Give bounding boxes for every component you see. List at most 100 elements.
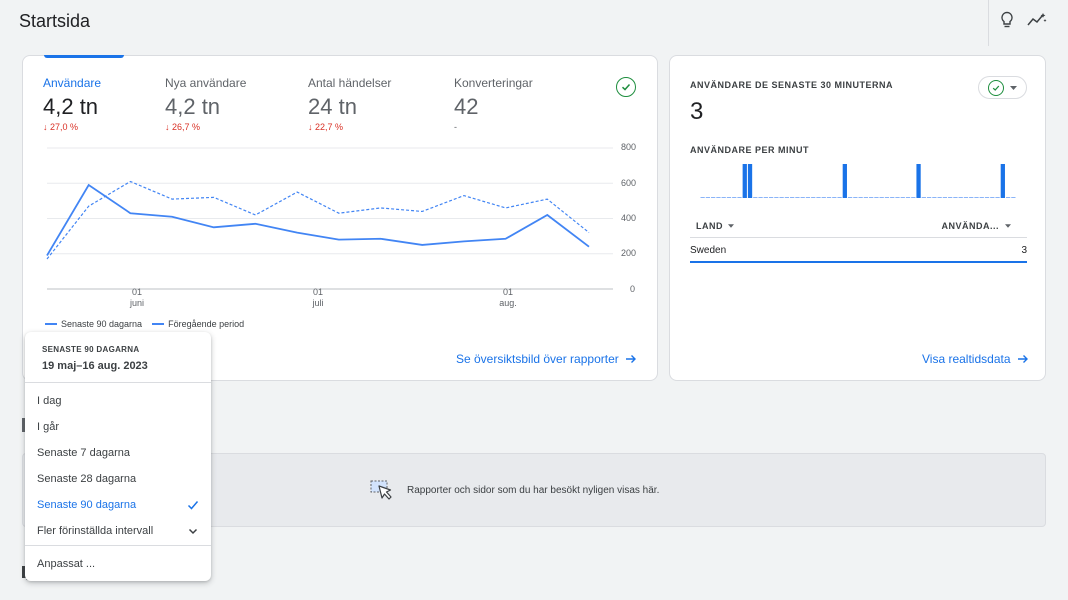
y-tick-label: 200 [621,248,637,258]
minute-bar[interactable] [837,197,842,198]
check-circle-icon[interactable] [616,77,636,97]
minute-bar[interactable] [832,197,837,198]
minute-bar[interactable] [879,197,884,198]
minute-bar[interactable] [942,197,948,198]
minute-bar[interactable] [869,197,874,198]
x-tick-label: 01 aug. [499,287,517,308]
minute-bar[interactable] [742,164,747,198]
minute-bar[interactable] [916,164,921,198]
minute-bar[interactable] [726,197,732,198]
minute-bar[interactable] [847,197,853,198]
minute-bar[interactable] [900,197,905,198]
metric-events[interactable]: Antal händelser 24 tn ↓ 22,7 % [308,76,391,132]
minute-bar[interactable] [753,197,758,198]
minute-bar[interactable] [700,197,705,198]
minute-bar[interactable] [932,197,937,198]
realtime-title: ANVÄNDARE DE SENASTE 30 MINUTERNA [690,80,894,90]
minute-bar[interactable] [711,197,716,198]
menu-item-today[interactable]: I dag [25,388,211,414]
minute-bar[interactable] [716,197,721,198]
minute-bar[interactable] [995,197,1000,198]
minute-bar[interactable] [858,197,863,198]
minute-bar[interactable] [984,197,990,198]
metric-label: Antal händelser [308,76,392,90]
minute-bar[interactable] [853,197,858,198]
realtime-status-dropdown[interactable] [978,76,1027,99]
metric-value: 42 [454,94,479,119]
minute-bar[interactable] [1000,164,1005,198]
minute-bar[interactable] [768,197,774,198]
minute-bar[interactable] [979,197,984,198]
date-range-menu: SENASTE 90 DAGARNA 19 maj–16 aug. 2023 I… [25,332,211,581]
metric-conversions[interactable]: Konverteringar 42 - [454,76,533,132]
minute-bar[interactable] [905,197,911,198]
menu-item-custom[interactable]: Anpassat ... [25,551,211,577]
column-header-country[interactable]: LAND [696,221,734,231]
minute-bar[interactable] [826,197,832,198]
minute-bar[interactable] [911,197,916,198]
minute-bar[interactable] [800,197,805,198]
minute-bar[interactable] [705,197,711,198]
minute-bar[interactable] [990,197,995,198]
minute-bar[interactable] [1005,197,1011,198]
arrow-right-icon [625,355,636,363]
minute-bar[interactable] [795,197,800,198]
metric-users[interactable]: Användare 4,2 tn ↓ 27,0 % [43,76,101,132]
minute-bar[interactable] [784,197,790,198]
minute-bar[interactable] [895,197,900,198]
minute-bar[interactable] [863,197,869,198]
minute-bar[interactable] [937,197,942,198]
checkmark-icon [187,501,199,510]
metric-label: Nya användare [165,76,247,90]
metric-new-users[interactable]: Nya användare 4,2 tn ↓ 26,7 % [165,76,246,132]
per-minute-title: ANVÄNDARE PER MINUT [690,145,810,155]
minute-bar[interactable] [890,197,895,198]
minute-bar[interactable] [974,197,979,198]
minute-bar[interactable] [805,197,811,198]
minute-bar[interactable] [884,197,890,198]
series-line-previous [46,180,590,260]
per-minute-bar-chart [700,164,1016,198]
arrow-down-icon: ↓ [43,122,51,132]
minute-bar[interactable] [763,197,768,198]
view-realtime-link[interactable]: Visa realtidsdata [922,352,1029,366]
minute-bar[interactable] [821,197,826,198]
minute-bar[interactable] [926,197,932,198]
x-tick-label: 01 juli [312,287,324,308]
lightbulb-icon[interactable] [996,9,1018,31]
insights-icon[interactable] [1026,9,1048,31]
minute-bar[interactable] [747,164,753,198]
minute-bar[interactable] [758,197,763,198]
minute-bar[interactable] [1011,197,1016,198]
view-reports-overview-link[interactable]: Se översiktsbild över rapporter [456,352,637,366]
minute-bar[interactable] [963,197,969,198]
menu-item-yesterday[interactable]: I går [25,414,211,440]
metric-change: ↓ 27,0 % [43,122,79,132]
minute-bar[interactable] [958,197,963,198]
menu-item-last-90-days[interactable]: Senaste 90 dagarna [25,492,211,518]
minute-bar[interactable] [874,197,879,198]
y-tick-label: 600 [621,178,637,188]
menu-item-last-7-days[interactable]: Senaste 7 dagarna [25,440,211,466]
menu-item-more-presets[interactable]: Fler förinställda intervall [25,518,211,544]
country-cell: Sweden [690,245,727,256]
minute-bar[interactable] [948,197,953,198]
menu-item-last-28-days[interactable]: Senaste 28 dagarna [25,466,211,492]
minute-bar[interactable] [969,197,974,198]
minute-bar[interactable] [732,197,737,198]
minute-bar[interactable] [779,197,784,198]
x-tick-label: 01 juni [129,287,144,308]
column-header-users[interactable]: ANVÄNDA... [941,221,1011,231]
minute-bar[interactable] [842,164,847,198]
minute-bar[interactable] [921,197,926,198]
minute-bar[interactable] [811,197,816,198]
minute-bar[interactable] [790,197,795,198]
table-row[interactable]: Sweden 3 [690,239,1027,263]
minute-bar[interactable] [953,197,958,198]
minute-bar[interactable] [737,197,742,198]
minute-bar[interactable] [774,197,779,198]
minute-bar[interactable] [816,197,821,198]
minute-bar[interactable] [721,197,726,198]
metric-value: 4,2 tn [165,94,221,119]
metric-change: - [454,122,457,132]
